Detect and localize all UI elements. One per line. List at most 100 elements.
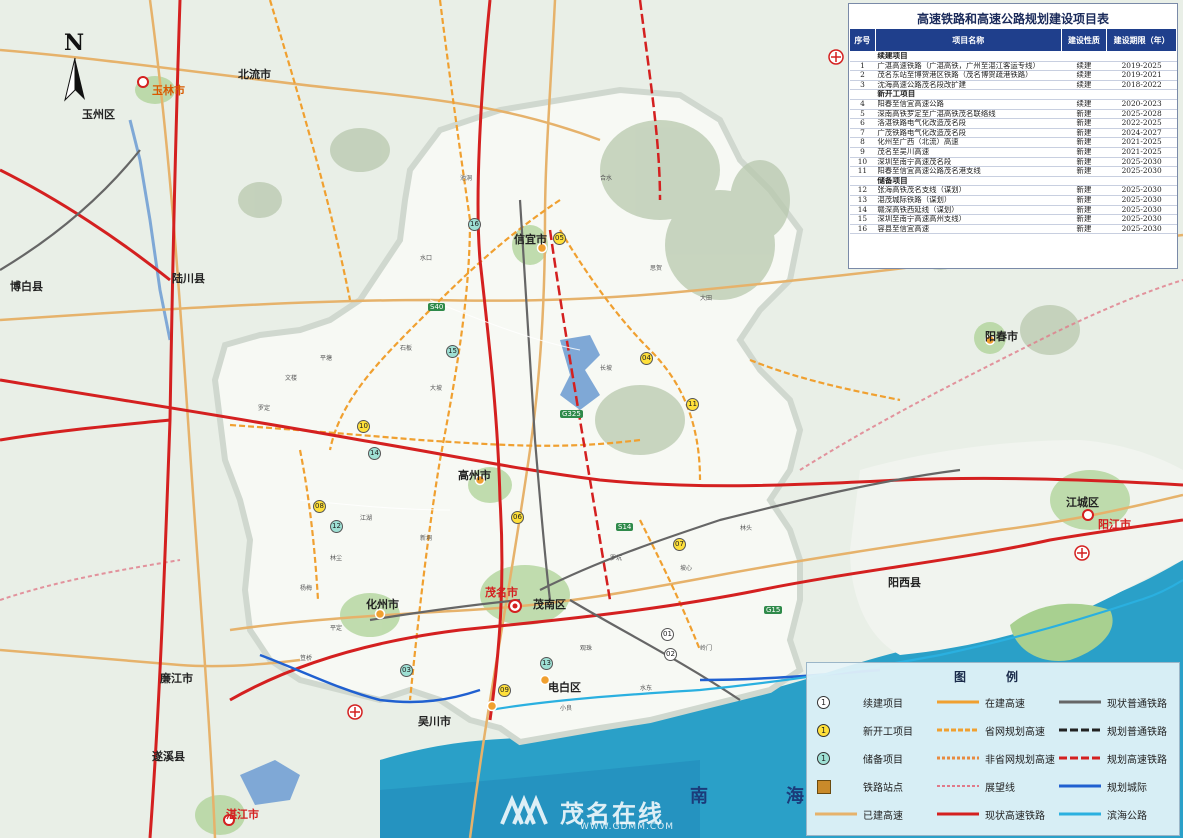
table-group-row: 新开工项目: [849, 89, 1177, 100]
city-label: 高州市: [458, 469, 491, 482]
city-label: 玉林市: [152, 84, 185, 97]
watermark-url: WWW.GDMM.COM: [580, 822, 674, 832]
road-number-label: 14: [368, 447, 381, 460]
legend-item: 规划城际: [1059, 775, 1147, 797]
road-number-label: G15: [764, 606, 783, 614]
table-cell: 续建: [1061, 80, 1107, 91]
table-group-label: 储备项目: [875, 176, 1177, 187]
road-number-label: 07: [673, 538, 686, 551]
airplane-icon: [347, 704, 363, 720]
legend-item: 在建高速: [937, 691, 1025, 713]
road-number-label: 13: [540, 657, 553, 670]
legend-label: 新开工项目: [863, 726, 913, 738]
svg-text:思贺: 思贺: [650, 264, 662, 272]
table-cell: [849, 51, 876, 62]
table-cell: 新建: [1061, 109, 1107, 120]
table-row: 1 广湛高速铁路（广湛高铁，广州至湛江客运专线） 续建 2019-2025: [849, 61, 1177, 72]
road-number-label: 11: [686, 398, 699, 411]
legend-item: 滨海公路: [1059, 803, 1147, 825]
legend-label: 规划城际: [1107, 782, 1147, 794]
table-cell: 11: [849, 166, 876, 177]
col-header-type: 建设性质: [1060, 28, 1108, 52]
table-row: 4 阳春至信宜高速公路 续建 2020-2023: [849, 99, 1177, 110]
table-cell: 1: [849, 61, 876, 72]
table-cell: 广茂铁路电气化改造茂名段: [875, 128, 1062, 139]
city-label: 玉州区: [82, 108, 115, 121]
table-cell: 2025-2030: [1106, 224, 1177, 235]
table-cell: 阳春至信宜高速公路茂名港支线: [875, 166, 1062, 177]
table-cell: 赣深高铁西延线（谋划）: [875, 205, 1062, 216]
table-cell: 2020-2023: [1106, 99, 1177, 110]
legend-label: 已建高速: [863, 810, 903, 822]
city-label: 湛江市: [226, 808, 259, 821]
table-row: 7 广茂铁路电气化改造茂名段 新建 2024-2027: [849, 128, 1177, 139]
col-header-index: 序号: [849, 28, 876, 52]
table-cell: 新建: [1061, 224, 1107, 235]
svg-text:池洞: 池洞: [460, 174, 472, 182]
svg-text:石板: 石板: [400, 344, 412, 352]
city-label: 阳春市: [985, 330, 1018, 343]
table-cell: 2019-2025: [1106, 61, 1177, 72]
non-provincial-road-symbol: [937, 752, 979, 764]
table-row: 11 阳春至信宜高速公路茂名港支线 新建 2025-2030: [849, 166, 1177, 177]
city-label: 茂名市: [485, 586, 518, 599]
table-cell: 2025-2030: [1106, 157, 1177, 168]
road-number-label: 04: [640, 352, 653, 365]
table-row: 10 深圳至南宁高速茂名段 新建 2025-2030: [849, 157, 1177, 168]
table-cell: 2018-2022: [1106, 80, 1177, 91]
legend-item: 非省网规划高速: [937, 747, 1055, 769]
city-label: 吴川市: [418, 715, 451, 728]
table-cell: 2025-2030: [1106, 195, 1177, 206]
road-number-label: G325: [560, 410, 583, 418]
legend-item: 1 续建项目: [815, 691, 903, 713]
city-label: 化州市: [366, 598, 399, 611]
circle-white-icon: 1: [815, 696, 857, 709]
col-header-name: 项目名称: [874, 28, 1062, 52]
table-cell: 茂名至吴川高速: [875, 147, 1062, 158]
circle-cyan-icon: 1: [815, 752, 857, 765]
sea-label: 海: [786, 786, 804, 807]
table-cell: 新建: [1061, 137, 1107, 148]
road-under-construction-symbol: [937, 696, 979, 708]
legend-label: 展望线: [985, 782, 1015, 794]
table-row: 5 深南高铁罗定至广湛高铁茂名联络线 新建 2025-2028: [849, 109, 1177, 120]
svg-text:水口: 水口: [420, 254, 432, 262]
table-cell: 5: [849, 109, 876, 120]
road-number-label: 08: [313, 500, 326, 513]
city-label: 廉江市: [160, 672, 193, 685]
legend-item: 铁路站点: [815, 775, 903, 797]
circle-yellow-icon: 1: [815, 724, 857, 737]
table-cell: 2022-2025: [1106, 118, 1177, 129]
svg-text:观珠: 观珠: [580, 644, 592, 652]
legend-item: 展望线: [937, 775, 1015, 797]
city-label: 博白县: [10, 280, 43, 293]
legend-label: 储备项目: [863, 754, 903, 766]
svg-text:罗坑: 罗坑: [610, 554, 622, 562]
project-table-panel: 高速铁路和高速公路规划建设项目表 序号 项目名称 建设性质 建设期限（年） 续建…: [848, 3, 1178, 269]
table-cell: 14: [849, 205, 876, 216]
table-row: 13 湛茂城际铁路（谋划） 新建 2025-2030: [849, 195, 1177, 206]
legend-panel: 图 例 1 续建项目 在建高速 现状普通铁路 1 新开工项目 省网规划高速 规划普通铁路 1 储备…: [806, 662, 1180, 836]
table-cell: 2025-2028: [1106, 109, 1177, 120]
table-cell: 新建: [1061, 214, 1107, 225]
road-number-label: 03: [400, 664, 413, 677]
svg-text:江湖: 江湖: [360, 514, 372, 522]
table-cell: 2021-2025: [1106, 147, 1177, 158]
north-arrow-icon: N: [55, 30, 95, 110]
city-label: 阳西县: [888, 576, 921, 589]
table-cell: 续建: [1061, 70, 1107, 81]
svg-text:合水: 合水: [600, 174, 612, 182]
watermark: 茂名在线 WWW.GDMM.COM: [500, 794, 700, 834]
city-label: 电白区: [548, 681, 581, 694]
vision-line-symbol: [937, 780, 979, 792]
svg-text:大坡: 大坡: [430, 384, 442, 392]
city-label: 信宜市: [514, 233, 547, 246]
road-number-label: 16: [468, 218, 481, 231]
city-label: 阳江市: [1098, 518, 1131, 531]
table-cell: 2025-2030: [1106, 185, 1177, 196]
table-cell: 化州至广西（北流）高速: [875, 137, 1062, 148]
svg-text:坡心: 坡心: [680, 564, 692, 572]
table-cell: 3: [849, 80, 876, 91]
table-group-label: 新开工项目: [875, 89, 1177, 100]
table-row: 14 赣深高铁西延线（谋划） 新建 2025-2030: [849, 205, 1177, 216]
